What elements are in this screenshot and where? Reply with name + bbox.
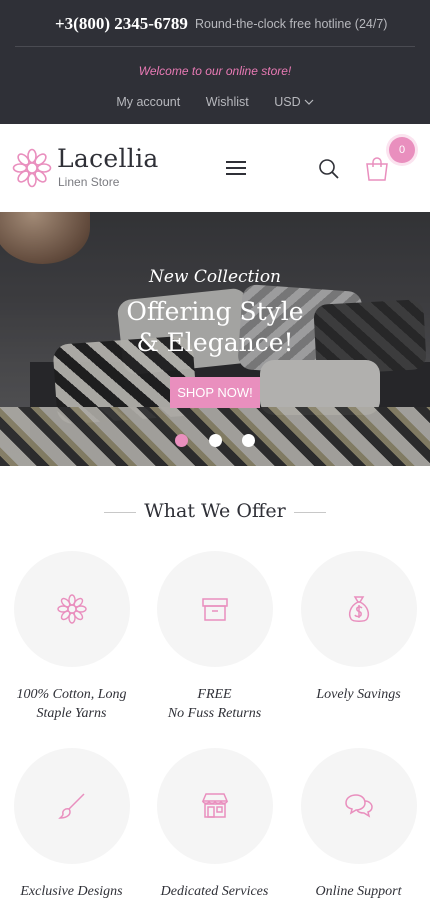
feature-circle	[156, 748, 273, 864]
hamburger-menu-icon[interactable]	[226, 160, 246, 176]
slider-dot[interactable]	[208, 434, 222, 447]
hero-title: Offering Style & Elegance!	[0, 296, 430, 358]
heading-line	[294, 512, 326, 513]
shopping-bag-icon[interactable]	[364, 156, 390, 182]
heading-line	[104, 512, 136, 513]
feature-item: Lovely Savings	[286, 551, 430, 704]
top-bar: +3(800) 2345-6789 Round-the-clock free h…	[0, 0, 430, 124]
feature-circle	[300, 748, 417, 864]
feature-item: Dedicated Services	[142, 748, 287, 900]
feature-circle	[13, 551, 130, 667]
chat-bubbles-icon	[344, 794, 373, 818]
cart-count-badge[interactable]: 0	[389, 137, 415, 163]
feature-label: Exclusive Designs	[0, 882, 144, 900]
feature-label-line: Staple Yarns	[36, 706, 107, 721]
feature-label-line: Dedicated Services	[160, 884, 269, 899]
store-icon	[201, 793, 228, 818]
search-icon[interactable]	[318, 158, 340, 180]
shop-now-button[interactable]: SHOP NOW!	[170, 377, 260, 408]
site-header: Lacellia Linen Store 0	[0, 124, 430, 212]
feature-circle	[13, 748, 130, 864]
phone-number[interactable]: +3(800) 2345-6789	[55, 14, 188, 34]
feature-label-line: Exclusive Designs	[20, 884, 123, 899]
hero-title-line: & Elegance!	[136, 328, 294, 357]
top-links: My account Wishlist USD	[0, 94, 430, 109]
logo-name[interactable]: Lacellia	[57, 144, 159, 173]
offer-heading: What We Offer	[0, 500, 430, 522]
feature-circle	[156, 551, 273, 667]
wishlist-link[interactable]: Wishlist	[206, 95, 249, 109]
slider-dot[interactable]	[175, 434, 189, 447]
hero-title-line: Offering Style	[126, 297, 304, 326]
welcome-message: Welcome to our online store!	[138, 64, 292, 78]
currency-selector[interactable]: USD	[274, 94, 314, 110]
hotline-text: Round-the-clock free hotline (24/7)	[195, 17, 388, 31]
hero-slider: New Collection Offering Style & Elegance…	[0, 212, 430, 466]
feature-label: Lovely Savings	[286, 685, 430, 704]
feature-label: 100% Cotton, Long Staple Yarns	[0, 685, 144, 723]
my-account-link[interactable]: My account	[116, 95, 180, 109]
currency-label: USD	[274, 95, 301, 110]
slider-dot[interactable]	[241, 434, 255, 447]
box-icon	[201, 598, 228, 621]
feature-label-line: No Fuss Returns	[167, 706, 262, 721]
feature-circle	[300, 551, 417, 667]
feature-label: FREE No Fuss Returns	[142, 685, 287, 723]
feature-item: Exclusive Designs	[0, 748, 144, 900]
hero-tagline: New Collection	[148, 267, 282, 287]
feature-item: Online Support	[286, 748, 430, 900]
logo-subtitle: Linen Store	[58, 175, 120, 189]
feature-item: 100% Cotton, Long Staple Yarns	[0, 551, 144, 723]
offer-title: What We Offer	[144, 500, 286, 522]
chevron-down-icon	[304, 99, 314, 105]
feature-label: Online Support	[286, 882, 430, 900]
feature-item: FREE No Fuss Returns	[142, 551, 287, 723]
feature-label-line: Lovely Savings	[316, 687, 401, 702]
feature-label-line: FREE	[197, 687, 232, 702]
flower-icon	[56, 594, 87, 624]
slider-dots	[0, 434, 430, 452]
feature-label-line: 100% Cotton, Long	[16, 687, 127, 702]
money-bag-icon	[348, 596, 369, 622]
brush-icon	[57, 793, 85, 819]
flower-logo-icon[interactable]	[12, 148, 52, 188]
feature-label-line: Online Support	[315, 884, 402, 899]
divider	[15, 46, 415, 47]
feature-label: Dedicated Services	[142, 882, 287, 900]
